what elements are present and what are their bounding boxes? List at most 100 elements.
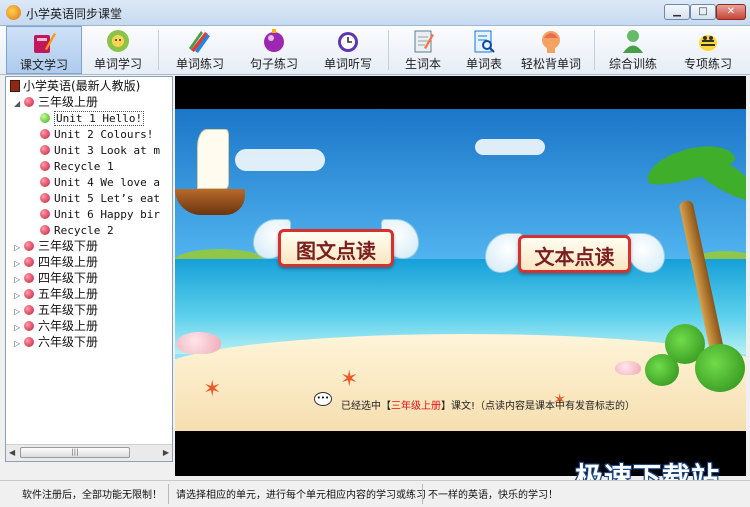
green-bush bbox=[645, 354, 679, 386]
person-icon bbox=[623, 30, 643, 53]
starfish-icon: ✶ bbox=[340, 367, 359, 392]
tool-label: 专项练习 bbox=[683, 57, 732, 71]
red-ball-icon bbox=[40, 193, 50, 203]
purple-orb-icon bbox=[264, 29, 284, 52]
text-reading-button[interactable]: 文本点读 bbox=[518, 235, 631, 273]
status-separator bbox=[168, 484, 169, 504]
red-ball-icon bbox=[24, 257, 34, 267]
list-magnifier-icon bbox=[474, 30, 495, 53]
tool-lesson-study[interactable]: 课文学习 bbox=[6, 26, 82, 74]
unit-label: Unit 3 Look at m bbox=[54, 144, 160, 157]
tool-special-practice[interactable]: 专项练习 bbox=[672, 26, 744, 74]
tree-unit-item[interactable]: Unit 5 Let’s eat bbox=[40, 190, 160, 206]
course-tree[interactable]: 小学英语(最新人教版) ◢ 三年级上册 Unit 1 Hello! Unit 2 … bbox=[5, 76, 173, 462]
status-separator bbox=[422, 484, 423, 504]
speech-bubble-icon: ••• bbox=[314, 392, 332, 406]
tree-root[interactable]: 小学英语(最新人教版) bbox=[10, 78, 140, 94]
red-ball-icon bbox=[40, 145, 50, 155]
ship-sail bbox=[197, 129, 229, 189]
red-ball-icon bbox=[24, 305, 34, 315]
tool-label: 单词表 bbox=[465, 57, 502, 71]
tree-grade-item[interactable]: ▷ 四年级上册 bbox=[14, 254, 98, 270]
unit-label: Unit 4 We love a bbox=[54, 176, 160, 189]
tool-new-words[interactable]: 生词本 bbox=[394, 26, 452, 74]
tree-unit-item[interactable]: Unit 4 We love a bbox=[40, 174, 160, 190]
red-ball-icon bbox=[40, 225, 50, 235]
tool-label: 句子练习 bbox=[249, 57, 298, 71]
unit-label: Recycle 2 bbox=[54, 224, 114, 237]
tree-unit-item[interactable]: Recycle 2 bbox=[40, 222, 114, 238]
red-ball-icon bbox=[24, 321, 34, 331]
status-hint-text: 请选择相应的单元，进行每个单元相应内容的学习或练习 bbox=[176, 490, 426, 501]
seashell bbox=[177, 332, 221, 354]
tool-sentence-practice[interactable]: 句子练习 bbox=[240, 26, 308, 74]
book-pencil-icon bbox=[34, 33, 56, 53]
green-ball-icon bbox=[40, 113, 50, 123]
clock-icon bbox=[338, 32, 358, 52]
minimize-button[interactable]: ▁ bbox=[664, 4, 690, 20]
tree-grade-item[interactable]: ▷ 五年级上册 bbox=[14, 286, 98, 302]
tool-word-list[interactable]: 单词表 bbox=[456, 26, 512, 74]
tool-label: 单词听写 bbox=[323, 57, 372, 71]
toolbar-separator bbox=[388, 30, 389, 70]
grade-label: 四年级下册 bbox=[38, 271, 99, 285]
tool-word-study[interactable]: 单词学习 bbox=[84, 26, 152, 74]
maximize-button[interactable]: □ bbox=[690, 4, 716, 20]
tree-horizontal-scrollbar[interactable]: ◀ ||| ▶ bbox=[6, 444, 172, 461]
tool-word-practice[interactable]: 单词练习 bbox=[166, 26, 234, 74]
notice-prefix: 已经选中【 bbox=[341, 401, 391, 412]
picture-reading-button[interactable]: 图文点读 bbox=[278, 229, 394, 267]
scrollbar-thumb[interactable]: ||| bbox=[20, 447, 130, 458]
red-ball-icon bbox=[24, 289, 34, 299]
cloud-shape bbox=[475, 139, 545, 155]
grade-label: 四年级上册 bbox=[38, 255, 99, 269]
tree-grade-item[interactable]: ▷ 三年级下册 bbox=[14, 238, 98, 254]
tree-unit-item[interactable]: Unit 2 Colours! bbox=[40, 126, 153, 142]
cloud-shape bbox=[235, 149, 325, 171]
tree-unit-item[interactable]: Recycle 1 bbox=[40, 158, 114, 174]
pencils-icon bbox=[189, 31, 210, 53]
grade-label: 六年级上册 bbox=[38, 319, 99, 333]
bee-icon bbox=[699, 35, 717, 51]
pirate-ship bbox=[175, 189, 245, 215]
title-bar: 小学英语同步课堂 ▁ □ ✕ bbox=[0, 0, 750, 26]
beach-scene: ✶ ✶ ✶ 图文点读 文本点读 ••• 已经选中【三年级上册】课文!（点读内容是… bbox=[175, 109, 746, 431]
grade-label: 五年级下册 bbox=[38, 303, 99, 317]
tree-grade-item[interactable]: ▷ 四年级下册 bbox=[14, 270, 98, 286]
grade-label: 六年级下册 bbox=[38, 335, 99, 349]
starfish-icon: ✶ bbox=[203, 377, 222, 402]
toolbar-separator bbox=[158, 30, 159, 70]
selection-notice: 已经选中【三年级上册】课文!（点读内容是课本中有发音标志的） bbox=[341, 397, 635, 412]
tool-label: 单词练习 bbox=[175, 57, 224, 71]
status-register-text: 软件注册后，全部功能无限制！ bbox=[22, 490, 162, 501]
grade-label: 三年级下册 bbox=[38, 239, 99, 253]
notice-suffix: 】课文!（点读内容是课本中有发音标志的） bbox=[441, 401, 636, 412]
status-bar: 软件注册后，全部功能无限制！ 请选择相应的单元，进行每个单元相应内容的学习或练习… bbox=[0, 480, 750, 507]
flower-icon bbox=[107, 30, 129, 52]
scroll-right-arrow-icon[interactable]: ▶ bbox=[163, 448, 169, 457]
tool-label: 综合训练 bbox=[608, 57, 657, 71]
unit-label: Unit 5 Let’s eat bbox=[54, 192, 160, 205]
red-ball-icon bbox=[40, 129, 50, 139]
tree-grade-item[interactable]: ▷ 五年级下册 bbox=[14, 302, 98, 318]
tree-unit-item[interactable]: Unit 3 Look at m bbox=[40, 142, 160, 158]
head-icon bbox=[542, 31, 560, 53]
tree-unit-item[interactable]: Unit 6 Happy bir bbox=[40, 206, 160, 222]
tree-grade-open[interactable]: ◢ 三年级上册 bbox=[14, 94, 98, 110]
tree-unit-item[interactable]: Unit 1 Hello! bbox=[40, 110, 145, 126]
red-ball-icon bbox=[40, 209, 50, 219]
red-ball-icon bbox=[24, 273, 34, 283]
tree-root-label: 小学英语(最新人教版) bbox=[23, 79, 141, 93]
close-button[interactable]: ✕ bbox=[716, 4, 746, 20]
tool-word-dictation[interactable]: 单词听写 bbox=[314, 26, 382, 74]
content-stage: ✶ ✶ ✶ 图文点读 文本点读 ••• 已经选中【三年级上册】课文!（点读内容是… bbox=[175, 76, 746, 476]
red-ball-icon bbox=[40, 161, 50, 171]
tree-grade-item[interactable]: ▷ 六年级下册 bbox=[14, 334, 98, 350]
scroll-left-arrow-icon[interactable]: ◀ bbox=[9, 448, 15, 457]
tool-comprehensive[interactable]: 综合训练 bbox=[600, 26, 666, 74]
expand-arrow-icon: ▷ bbox=[14, 339, 21, 348]
red-ball-icon bbox=[24, 241, 34, 251]
tool-easy-memorize[interactable]: 轻松背单词 bbox=[514, 26, 588, 74]
green-bush bbox=[695, 344, 745, 392]
tree-grade-item[interactable]: ▷ 六年级上册 bbox=[14, 318, 98, 334]
